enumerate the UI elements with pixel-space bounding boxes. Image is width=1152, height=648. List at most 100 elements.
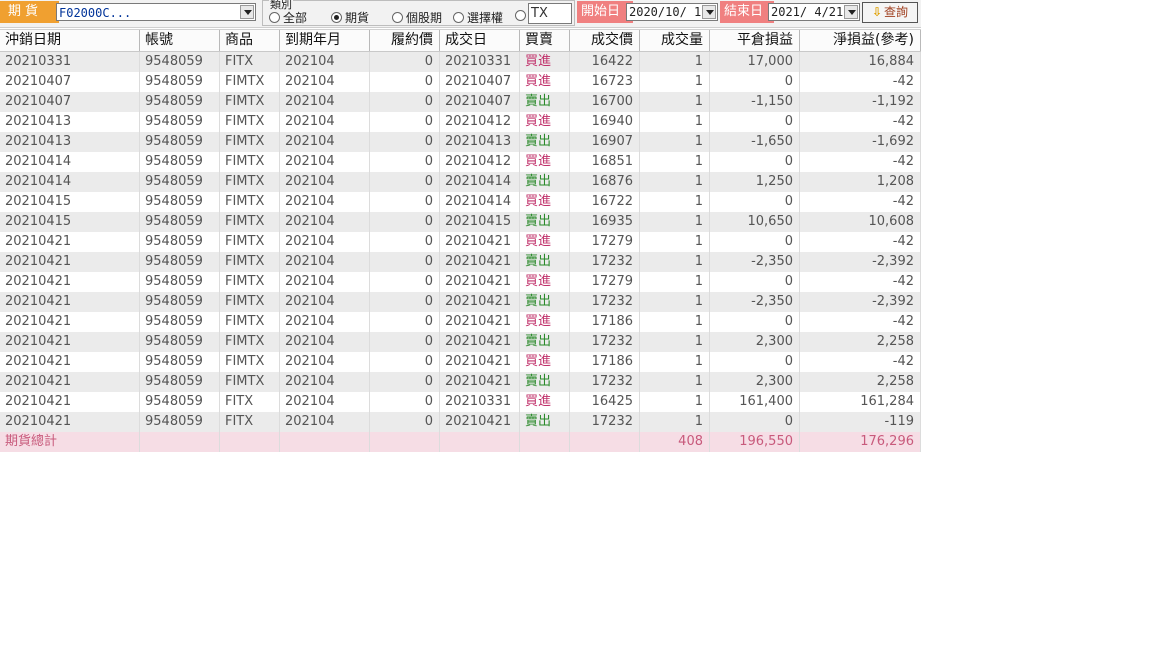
cell-strike: 0 bbox=[370, 292, 440, 312]
cell-net-pl: -119 bbox=[800, 412, 921, 432]
cell-strike: 0 bbox=[370, 232, 440, 252]
cell-price: 16907 bbox=[570, 132, 640, 152]
cell-product: FIMTX bbox=[220, 332, 280, 352]
table-row[interactable]: 20210415 9548059 FIMTX 202104 0 20210414 買進 167… bbox=[0, 192, 921, 212]
col-header-price[interactable]: 成交價 bbox=[570, 30, 640, 51]
cell-price: 17232 bbox=[570, 292, 640, 312]
cell-side: 買進 bbox=[520, 232, 570, 252]
col-header-side[interactable]: 買賣 bbox=[520, 30, 570, 51]
cell-net-pl: 1,208 bbox=[800, 172, 921, 192]
table-row[interactable]: 20210414 9548059 FIMTX 202104 0 20210412 買進 168… bbox=[0, 152, 921, 172]
table-row[interactable]: 20210421 9548059 FIMTX 202104 0 20210421 賣出 172… bbox=[0, 372, 921, 392]
col-header-strike[interactable]: 履約價 bbox=[370, 30, 440, 51]
table-row[interactable]: 20210421 9548059 FIMTX 202104 0 20210421 賣出 172… bbox=[0, 252, 921, 272]
cell-expiry: 202104 bbox=[280, 192, 370, 212]
cell-product: FIMTX bbox=[220, 92, 280, 112]
account-select[interactable]: F02000C... bbox=[56, 3, 256, 21]
cell-account: 9548059 bbox=[140, 232, 220, 252]
query-button[interactable]: ⇩ 查詢 bbox=[862, 2, 918, 23]
futures-tag: 期貨 bbox=[0, 1, 59, 23]
radio-product-code[interactable] bbox=[515, 9, 529, 23]
table-row[interactable]: 20210415 9548059 FIMTX 202104 0 20210415 賣出 169… bbox=[0, 212, 921, 232]
radio-stock-futures[interactable]: 個股期 bbox=[392, 9, 442, 26]
start-date-picker[interactable]: 2020/10/ 1 bbox=[626, 3, 718, 21]
chevron-down-icon[interactable] bbox=[702, 5, 716, 19]
cell-net-pl: -42 bbox=[800, 232, 921, 252]
table-row[interactable]: 20210421 9548059 FIMTX 202104 0 20210421 買進 172… bbox=[0, 232, 921, 252]
col-header-product[interactable]: 商品 bbox=[220, 30, 280, 51]
cell-side: 買進 bbox=[520, 272, 570, 292]
table-row[interactable]: 20210421 9548059 FITX 202104 0 20210421 賣出 1723… bbox=[0, 412, 921, 432]
cell-price: 17186 bbox=[570, 352, 640, 372]
col-header-net-pl[interactable]: 淨損益(參考) bbox=[800, 30, 921, 51]
cell-volume: 1 bbox=[640, 412, 710, 432]
cell-strike: 0 bbox=[370, 192, 440, 212]
end-date-picker[interactable]: 2021/ 4/21 bbox=[768, 3, 860, 21]
cell-net-pl: 10,608 bbox=[800, 212, 921, 232]
cell-product: FIMTX bbox=[220, 192, 280, 212]
cell-net-pl: -42 bbox=[800, 72, 921, 92]
radio-options[interactable]: 選擇權 bbox=[453, 9, 503, 26]
cell-trade-date: 20210421 bbox=[440, 412, 520, 432]
cell-product: FIMTX bbox=[220, 112, 280, 132]
cell-close-pl: -2,350 bbox=[710, 252, 800, 272]
table-row[interactable]: 20210421 9548059 FITX 202104 0 20210331 買進 1642… bbox=[0, 392, 921, 412]
cell-account: 9548059 bbox=[140, 272, 220, 292]
col-header-account[interactable]: 帳號 bbox=[140, 30, 220, 51]
cell-account: 9548059 bbox=[140, 312, 220, 332]
table-row[interactable]: 20210414 9548059 FIMTX 202104 0 20210414 賣出 168… bbox=[0, 172, 921, 192]
cell-trade-date: 20210412 bbox=[440, 112, 520, 132]
col-header-volume[interactable]: 成交量 bbox=[640, 30, 710, 51]
cell-offset-date: 20210414 bbox=[0, 152, 140, 172]
cell-product: FIMTX bbox=[220, 272, 280, 292]
cell-volume: 1 bbox=[640, 392, 710, 412]
cell-offset-date: 20210415 bbox=[0, 212, 140, 232]
start-date-label: 開始日 bbox=[577, 1, 633, 23]
cell-net-pl: -42 bbox=[800, 192, 921, 212]
table-row[interactable]: 20210421 9548059 FIMTX 202104 0 20210421 買進 171… bbox=[0, 312, 921, 332]
cell-trade-date: 20210421 bbox=[440, 312, 520, 332]
cell-trade-date: 20210421 bbox=[440, 272, 520, 292]
cell-account: 9548059 bbox=[140, 352, 220, 372]
cell-expiry: 202104 bbox=[280, 132, 370, 152]
table-row[interactable]: 20210407 9548059 FIMTX 202104 0 20210407 買進 167… bbox=[0, 72, 921, 92]
cell-trade-date: 20210414 bbox=[440, 192, 520, 212]
table-row[interactable]: 20210421 9548059 FIMTX 202104 0 20210421 賣出 172… bbox=[0, 332, 921, 352]
cell-price: 16723 bbox=[570, 72, 640, 92]
table-row[interactable]: 20210407 9548059 FIMTX 202104 0 20210407 賣出 167… bbox=[0, 92, 921, 112]
table-row[interactable]: 20210421 9548059 FIMTX 202104 0 20210421 買進 171… bbox=[0, 352, 921, 372]
col-header-close-pl[interactable]: 平倉損益 bbox=[710, 30, 800, 51]
chevron-down-icon[interactable] bbox=[240, 5, 254, 19]
cell-side: 買進 bbox=[520, 192, 570, 212]
cell-volume: 1 bbox=[640, 92, 710, 112]
cell-expiry: 202104 bbox=[280, 152, 370, 172]
cell-volume: 1 bbox=[640, 352, 710, 372]
table-row[interactable]: 20210413 9548059 FIMTX 202104 0 20210413 賣出 169… bbox=[0, 132, 921, 152]
col-header-offset-date[interactable]: 沖銷日期 bbox=[0, 30, 140, 51]
product-code-input[interactable]: TX bbox=[528, 3, 572, 24]
cell-trade-date: 20210421 bbox=[440, 252, 520, 272]
cell-offset-date: 20210414 bbox=[0, 172, 140, 192]
col-header-expiry[interactable]: 到期年月 bbox=[280, 30, 370, 51]
table-row[interactable]: 20210421 9548059 FIMTX 202104 0 20210421 賣出 172… bbox=[0, 292, 921, 312]
cell-product: FIMTX bbox=[220, 372, 280, 392]
chevron-down-icon[interactable] bbox=[844, 5, 858, 19]
cell-close-pl: 161,400 bbox=[710, 392, 800, 412]
radio-all[interactable]: 全部 bbox=[269, 9, 307, 26]
table-header: 沖銷日期 帳號 商品 到期年月 履約價 成交日 買賣 成交價 成交量 平倉損益 … bbox=[0, 29, 921, 52]
cell-offset-date: 20210421 bbox=[0, 272, 140, 292]
cell-side: 買進 bbox=[520, 52, 570, 72]
cell-volume: 1 bbox=[640, 372, 710, 392]
cell-price: 16700 bbox=[570, 92, 640, 112]
cell-strike: 0 bbox=[370, 272, 440, 292]
radio-futures[interactable]: 期貨 bbox=[331, 9, 369, 26]
cell-strike: 0 bbox=[370, 312, 440, 332]
cell-product: FIMTX bbox=[220, 312, 280, 332]
cell-close-pl: 0 bbox=[710, 312, 800, 332]
table-row[interactable]: 20210413 9548059 FIMTX 202104 0 20210412 買進 169… bbox=[0, 112, 921, 132]
table-row[interactable]: 20210331 9548059 FITX 202104 0 20210331 買進 1642… bbox=[0, 52, 921, 72]
cell-close-pl: 0 bbox=[710, 232, 800, 252]
table-row[interactable]: 20210421 9548059 FIMTX 202104 0 20210421 買進 172… bbox=[0, 272, 921, 292]
col-header-trade-date[interactable]: 成交日 bbox=[440, 30, 520, 51]
cell-offset-date: 20210415 bbox=[0, 192, 140, 212]
